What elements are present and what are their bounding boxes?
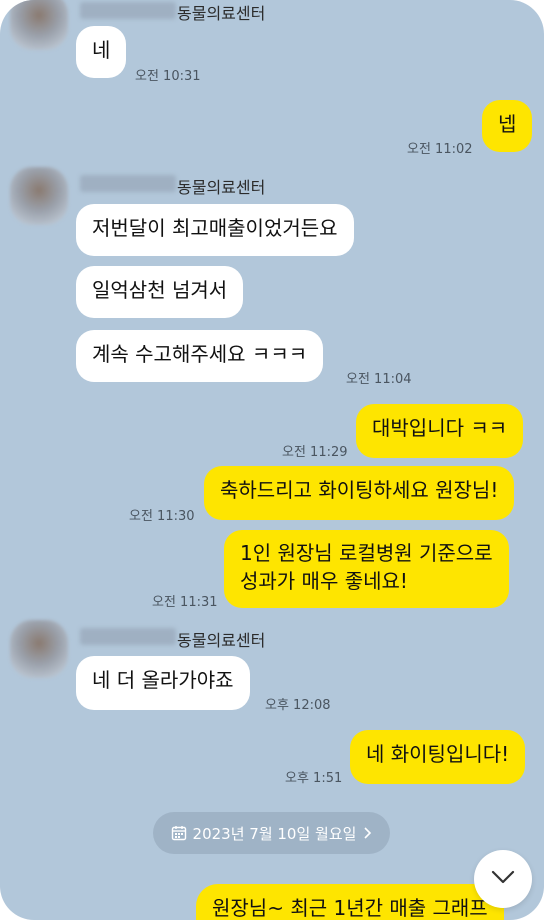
message-time: 오전 11:29	[282, 445, 348, 460]
message-time: 오후 12:08	[265, 698, 331, 713]
sender-name: 동물의료센터	[177, 4, 266, 23]
message-line: 성과가 매우 좋네요!	[240, 569, 408, 593]
outgoing-message[interactable]: 축하드리고 화이팅하세요 원장님!	[204, 466, 515, 520]
sender-name-blurred	[80, 175, 176, 192]
sender-avatar[interactable]	[10, 620, 68, 678]
sender-name: 동물의료센터	[177, 178, 266, 197]
message-time: 오전 10:31	[135, 69, 201, 84]
message-time: 오후 1:51	[285, 771, 343, 786]
date-label: 2023년 7월 10일 월요일	[192, 824, 357, 843]
outgoing-message[interactable]: 넵	[482, 100, 533, 152]
scroll-to-bottom-button[interactable]	[474, 850, 532, 908]
message-line: 1인 원장님 로컬병원 기준으로	[240, 541, 493, 565]
sender-name-blurred	[80, 2, 176, 19]
chevron-down-icon	[490, 869, 516, 889]
outgoing-message[interactable]: 원장님~ 최근 1년간 매출 그래프	[196, 884, 504, 920]
sender-avatar[interactable]	[10, 167, 68, 225]
calendar-icon	[171, 825, 187, 841]
date-divider[interactable]: 2023년 7월 10일 월요일	[153, 812, 390, 854]
message-time: 오전 11:31	[152, 595, 218, 610]
incoming-message[interactable]: 계속 수고해주세요 ㅋㅋㅋ	[76, 330, 324, 382]
sender-name: 동물의료센터	[177, 631, 266, 650]
sender-name-blurred	[80, 628, 176, 645]
message-time: 오전 11:02	[407, 142, 473, 157]
outgoing-message-multiline[interactable]: 1인 원장님 로컬병원 기준으로 성과가 매우 좋네요!	[224, 530, 509, 608]
outgoing-message[interactable]: 대박입니다 ㅋㅋ	[356, 404, 524, 458]
message-time: 오전 11:04	[346, 372, 412, 387]
outgoing-message[interactable]: 네 화이팅입니다!	[350, 730, 526, 784]
incoming-message[interactable]: 네 더 올라가야죠	[76, 656, 250, 710]
chevron-right-icon	[362, 826, 372, 840]
chat-screen: 동물의료센터 네 오전 10:31 넵 오전 11:02 동물의료센터 저번달이…	[0, 0, 544, 920]
incoming-message[interactable]: 저번달이 최고매출이었거든요	[76, 204, 354, 256]
sender-avatar[interactable]	[10, 0, 68, 50]
incoming-message[interactable]: 일억삼천 넘겨서	[76, 266, 244, 318]
incoming-message[interactable]: 네	[76, 26, 127, 78]
message-time: 오전 11:30	[129, 509, 195, 524]
